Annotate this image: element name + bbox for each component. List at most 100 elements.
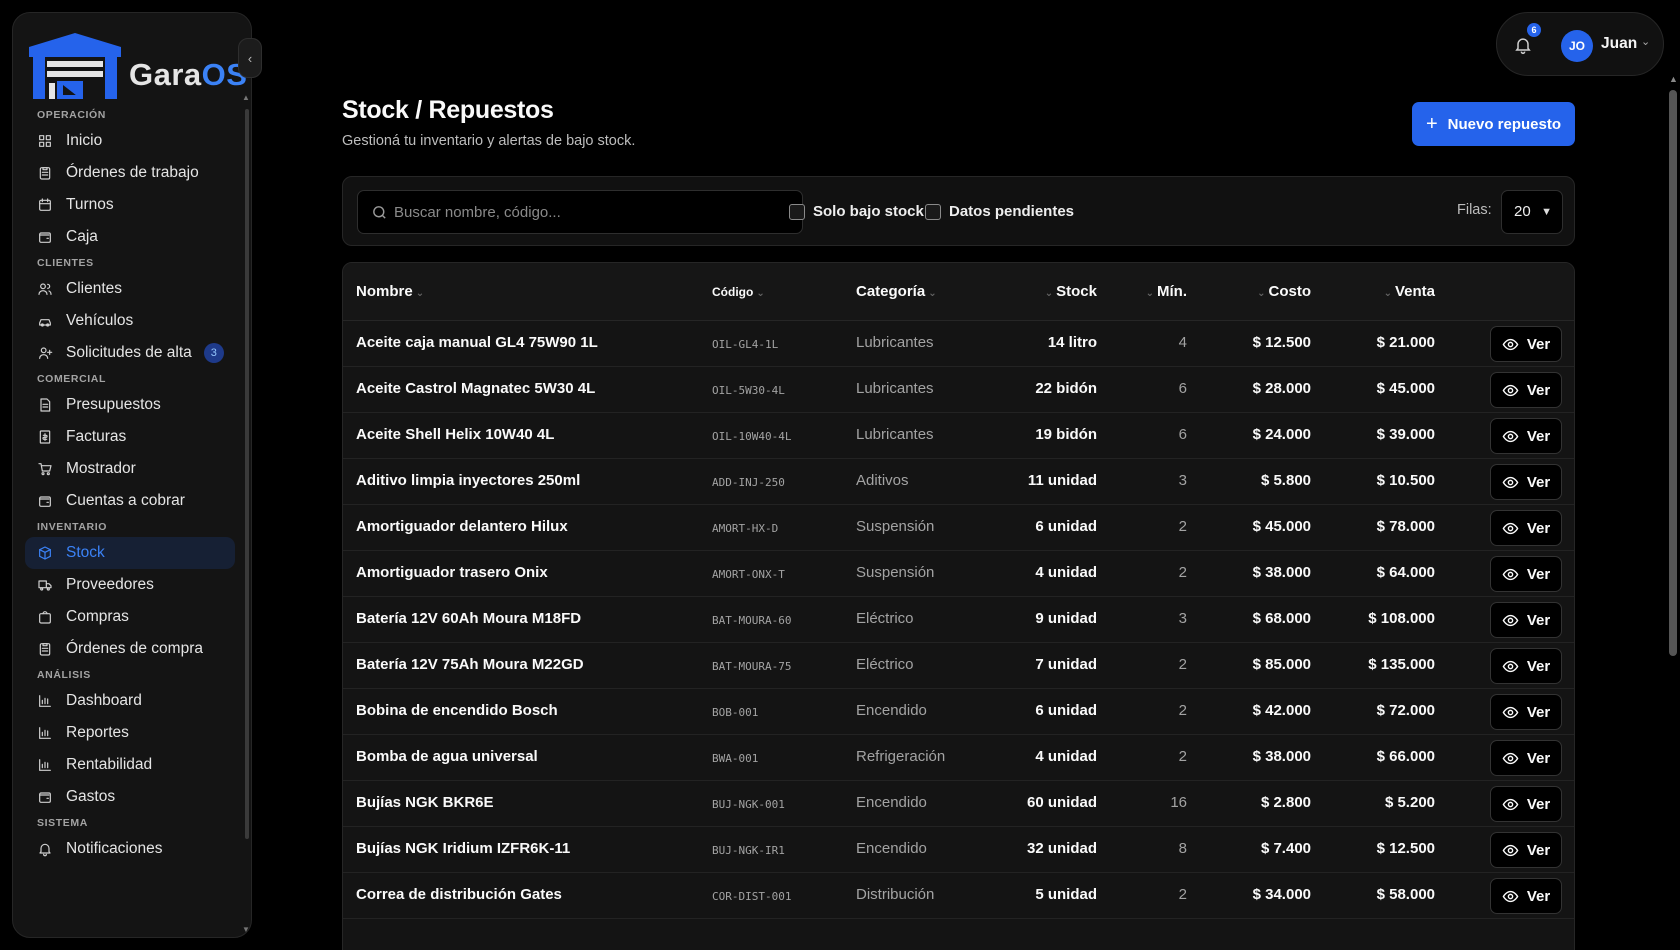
sidebar-item-stock[interactable]: Stock bbox=[25, 537, 235, 569]
scroll-up-icon[interactable]: ▲ bbox=[1669, 74, 1678, 84]
part-category: Eléctrico bbox=[856, 610, 914, 627]
sidebar-item-reportes[interactable]: Reportes bbox=[25, 717, 235, 749]
sidebar-item-cuentas-a-cobrar[interactable]: Cuentas a cobrar bbox=[25, 485, 235, 517]
sidebar-item-caja[interactable]: Caja bbox=[25, 221, 235, 253]
user-name[interactable]: Juan bbox=[1601, 35, 1637, 53]
view-button[interactable]: Ver bbox=[1490, 372, 1562, 408]
view-button[interactable]: Ver bbox=[1490, 878, 1562, 914]
scroll-up-icon[interactable]: ▲ bbox=[242, 93, 250, 102]
part-stock: 7 unidad bbox=[1035, 656, 1097, 673]
page-scrollbar[interactable]: ▲ bbox=[1666, 72, 1680, 950]
sidebar-item-notificaciones[interactable]: Notificaciones bbox=[25, 833, 235, 865]
sidebar-item-órdenes-de-trabajo[interactable]: Órdenes de trabajo bbox=[25, 157, 235, 189]
wallet-icon bbox=[39, 792, 51, 803]
view-button[interactable]: Ver bbox=[1490, 786, 1562, 822]
part-code: BAT-MOURA-60 bbox=[712, 614, 792, 627]
view-button[interactable]: Ver bbox=[1490, 556, 1562, 592]
sidebar-item-compras[interactable]: Compras bbox=[25, 601, 235, 633]
sidebar-item-facturas[interactable]: Facturas bbox=[25, 421, 235, 453]
sidebar-section-label: CLIENTES bbox=[37, 257, 94, 269]
rows-per-page-select[interactable]: 20 ▼ bbox=[1501, 190, 1563, 234]
part-cost: $ 7.400 bbox=[1260, 840, 1311, 857]
view-button[interactable]: Ver bbox=[1490, 602, 1562, 638]
part-min: 2 bbox=[1178, 702, 1187, 719]
scroll-down-icon[interactable]: ▼ bbox=[242, 925, 250, 934]
table-row: Amortiguador delantero Hilux AMORT-HX-D Su… bbox=[343, 505, 1574, 551]
sidebar-item-gastos[interactable]: Gastos bbox=[25, 781, 235, 813]
search-box[interactable] bbox=[357, 190, 803, 234]
sidebar-item-clientes[interactable]: Clientes bbox=[25, 273, 235, 305]
part-category: Suspensión bbox=[856, 564, 935, 581]
users-icon bbox=[38, 283, 52, 295]
view-button[interactable]: Ver bbox=[1490, 740, 1562, 776]
sidebar-item-label: Caja bbox=[66, 228, 98, 245]
sidebar-item-inicio[interactable]: Inicio bbox=[25, 125, 235, 157]
low-stock-checkbox[interactable]: Solo bajo stock bbox=[789, 203, 924, 220]
header-code[interactable]: Código ⌄ bbox=[712, 285, 768, 299]
new-part-button[interactable]: + Nuevo repuesto bbox=[1412, 102, 1575, 146]
sidebar-item-proveedores[interactable]: Proveedores bbox=[25, 569, 235, 601]
part-cost: $ 85.000 bbox=[1252, 656, 1311, 673]
sidebar-item-dashboard[interactable]: Dashboard bbox=[25, 685, 235, 717]
part-cost: $ 38.000 bbox=[1252, 748, 1311, 765]
view-button[interactable]: Ver bbox=[1490, 510, 1562, 546]
sidebar-item-solicitudes-de-alta[interactable]: Solicitudes de alta 3 bbox=[25, 337, 235, 369]
view-button[interactable]: Ver bbox=[1490, 832, 1562, 868]
part-category: Lubricantes bbox=[856, 426, 934, 443]
sidebar-scrollbar[interactable] bbox=[245, 109, 249, 839]
sidebar-item-órdenes-de-compra[interactable]: Órdenes de compra bbox=[25, 633, 235, 665]
filters-bar: Solo bajo stock Datos pendientes Filas: … bbox=[342, 176, 1575, 246]
header-min[interactable]: ⌄ Mín. bbox=[1143, 283, 1187, 300]
checkbox-box[interactable] bbox=[925, 203, 941, 220]
grid-icon bbox=[39, 135, 51, 147]
view-label: Ver bbox=[1526, 749, 1551, 767]
checkbox-box[interactable] bbox=[789, 203, 805, 220]
sidebar-section-label: ANÁLISIS bbox=[37, 669, 91, 681]
header-cost[interactable]: ⌄ Costo bbox=[1254, 283, 1311, 300]
collapse-sidebar-button[interactable]: ‹ bbox=[238, 38, 262, 78]
chevron-down-icon[interactable]: ⌄ bbox=[1641, 35, 1650, 48]
table-row: Bomba de agua universal BWA-001 Refrigerac… bbox=[343, 735, 1574, 781]
header-name[interactable]: Nombre ⌄ bbox=[356, 283, 427, 300]
sidebar-item-vehículos[interactable]: Vehículos bbox=[25, 305, 235, 337]
part-name: Aditivo limpia inyectores 250ml bbox=[356, 472, 581, 489]
view-button[interactable]: Ver bbox=[1490, 694, 1562, 730]
bell-icon bbox=[39, 843, 51, 857]
part-name: Bujías NGK BKR6E bbox=[356, 794, 494, 811]
garaos-logo[interactable]: GaraOS bbox=[27, 27, 247, 99]
part-sale: $ 21.000 bbox=[1376, 334, 1435, 351]
part-stock: 60 unidad bbox=[1026, 794, 1097, 811]
sidebar-item-label: Solicitudes de alta bbox=[66, 344, 192, 361]
avatar[interactable]: JO bbox=[1561, 30, 1593, 62]
view-button[interactable]: Ver bbox=[1490, 464, 1562, 500]
part-name: Correa de distribución Gates bbox=[356, 886, 562, 903]
sidebar-item-label: Mostrador bbox=[66, 460, 136, 477]
sidebar-item-turnos[interactable]: Turnos bbox=[25, 189, 235, 221]
sidebar-item-label: Notificaciones bbox=[66, 840, 163, 857]
header-category[interactable]: Categoría ⌄ bbox=[856, 283, 940, 300]
part-name: Bujías NGK Iridium IZFR6K-11 bbox=[356, 840, 571, 857]
view-button[interactable]: Ver bbox=[1490, 418, 1562, 454]
part-code: OIL-10W40-4L bbox=[712, 430, 792, 443]
scrollbar-thumb[interactable] bbox=[1669, 90, 1677, 656]
header-stock[interactable]: ⌄ Stock bbox=[1042, 283, 1097, 300]
sidebar-section-label: COMERCIAL bbox=[37, 373, 106, 385]
search-input[interactable] bbox=[394, 191, 794, 233]
sidebar-item-mostrador[interactable]: Mostrador bbox=[25, 453, 235, 485]
bar-chart-icon bbox=[39, 695, 51, 707]
rows-label: Filas: bbox=[1457, 202, 1492, 218]
app-root: GaraOS OPERACIÓN Inicio Órdenes de trabajo… bbox=[0, 0, 1680, 950]
view-label: Ver bbox=[1526, 519, 1551, 537]
table-header: Nombre ⌄ Código ⌄ Categoría ⌄ ⌄ Stock ⌄ Mín. … bbox=[343, 263, 1574, 321]
view-button[interactable]: Ver bbox=[1490, 326, 1562, 362]
table-row: Bujías NGK BKR6E BUJ-NGK-001 Encendido 60 u… bbox=[343, 781, 1574, 827]
pending-data-checkbox[interactable]: Datos pendientes bbox=[925, 203, 1074, 220]
sidebar-item-presupuestos[interactable]: Presupuestos bbox=[25, 389, 235, 421]
bell-icon[interactable] bbox=[1513, 35, 1533, 55]
sidebar-item-rentabilidad[interactable]: Rentabilidad bbox=[25, 749, 235, 781]
part-cost: $ 68.000 bbox=[1252, 610, 1311, 627]
header-sale[interactable]: ⌄ Venta bbox=[1381, 283, 1435, 300]
part-stock: 32 unidad bbox=[1026, 840, 1097, 857]
view-button[interactable]: Ver bbox=[1490, 648, 1562, 684]
garage-logo-icon bbox=[29, 33, 121, 99]
